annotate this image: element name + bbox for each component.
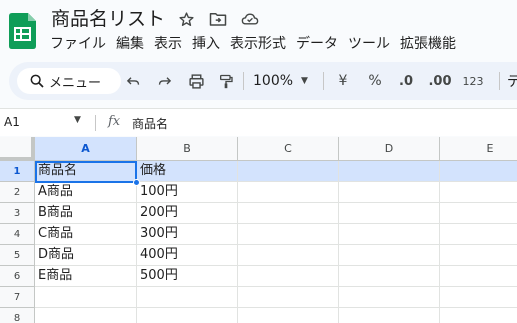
cell-b5[interactable]: 400円 bbox=[137, 245, 238, 266]
column-header-d[interactable]: D bbox=[339, 137, 440, 161]
row-header[interactable]: 8 bbox=[0, 308, 35, 323]
row-header[interactable]: 6 bbox=[0, 266, 35, 287]
cell-d7[interactable] bbox=[339, 287, 440, 308]
cell-c1[interactable] bbox=[238, 161, 339, 182]
cell-a1[interactable]: 商品名 bbox=[35, 161, 137, 182]
font-family-select[interactable]: デ bbox=[507, 69, 517, 93]
cell-d8[interactable] bbox=[339, 308, 440, 323]
zoom-select[interactable]: 100% ▼ bbox=[249, 69, 313, 93]
toolbar: メニュー 100% ▼ ¥ % .0 .00 123 デ bbox=[9, 62, 517, 100]
cell-d2[interactable] bbox=[339, 182, 440, 203]
star-icon[interactable] bbox=[177, 10, 195, 28]
menu-bar: ファイル 編集 表示 挿入 表示形式 データ ツール 拡張機能 bbox=[45, 34, 461, 56]
cell-c8[interactable] bbox=[238, 308, 339, 323]
chevron-down-icon[interactable]: ▼ bbox=[74, 115, 81, 125]
row-header[interactable]: 1 bbox=[0, 161, 35, 182]
increase-decimal-label: .00 bbox=[428, 73, 452, 89]
menu-search-label: メニュー bbox=[49, 75, 102, 91]
cell-e1[interactable] bbox=[440, 161, 517, 182]
toolbar-separator bbox=[323, 72, 324, 90]
search-icon bbox=[30, 74, 44, 88]
increase-decimal-button[interactable]: .00 bbox=[427, 69, 453, 93]
cell-e8[interactable] bbox=[440, 308, 517, 323]
toolbar-separator bbox=[243, 72, 244, 90]
cell-d6[interactable] bbox=[339, 266, 440, 287]
column-header-e[interactable]: E bbox=[440, 137, 517, 161]
menu-view[interactable]: 表示 bbox=[149, 34, 187, 56]
menu-extensions[interactable]: 拡張機能 bbox=[395, 34, 461, 56]
currency-format-button[interactable]: ¥ bbox=[334, 69, 352, 93]
menu-insert[interactable]: 挿入 bbox=[187, 34, 225, 56]
row-header[interactable]: 3 bbox=[0, 203, 35, 224]
row-header[interactable]: 4 bbox=[0, 224, 35, 245]
cell-d1[interactable] bbox=[339, 161, 440, 182]
fx-icon: fx bbox=[108, 114, 121, 129]
row-header[interactable]: 7 bbox=[0, 287, 35, 308]
formula-input[interactable]: 商品名 bbox=[132, 115, 168, 132]
fill-handle[interactable] bbox=[133, 179, 140, 186]
row-header[interactable]: 2 bbox=[0, 182, 35, 203]
cell-e5[interactable] bbox=[440, 245, 517, 266]
column-header-b[interactable]: B bbox=[137, 137, 238, 161]
cell-b7[interactable] bbox=[137, 287, 238, 308]
menu-search-input[interactable]: メニュー bbox=[17, 68, 121, 94]
select-all-corner[interactable] bbox=[0, 137, 35, 161]
cell-b3[interactable]: 200円 bbox=[137, 203, 238, 224]
cell-e3[interactable] bbox=[440, 203, 517, 224]
cell-c2[interactable] bbox=[238, 182, 339, 203]
cell-a7[interactable] bbox=[35, 287, 137, 308]
decrease-decimal-label: .0 bbox=[399, 73, 413, 89]
move-to-folder-icon[interactable] bbox=[209, 10, 227, 28]
cell-c6[interactable] bbox=[238, 266, 339, 287]
cell-e2[interactable] bbox=[440, 182, 517, 203]
cell-a3[interactable]: B商品 bbox=[35, 203, 137, 224]
cell-b2[interactable]: 100円 bbox=[137, 182, 238, 203]
toolbar-separator bbox=[499, 72, 500, 90]
cell-a5[interactable]: D商品 bbox=[35, 245, 137, 266]
cell-d5[interactable] bbox=[339, 245, 440, 266]
percent-format-button[interactable]: % bbox=[366, 69, 384, 93]
cell-b4[interactable]: 300円 bbox=[137, 224, 238, 245]
column-header-c[interactable]: C bbox=[238, 137, 339, 161]
chevron-down-icon: ▼ bbox=[301, 76, 308, 86]
cell-b6[interactable]: 500円 bbox=[137, 266, 238, 287]
row-header[interactable]: 5 bbox=[0, 245, 35, 266]
paint-format-icon[interactable] bbox=[216, 69, 236, 93]
formula-bar: A1 ▼ fx 商品名 bbox=[0, 108, 517, 136]
cell-e6[interactable] bbox=[440, 266, 517, 287]
cell-c4[interactable] bbox=[238, 224, 339, 245]
cell-e7[interactable] bbox=[440, 287, 517, 308]
cell-c5[interactable] bbox=[238, 245, 339, 266]
cell-b8[interactable] bbox=[137, 308, 238, 323]
formula-separator bbox=[95, 115, 96, 131]
menu-edit[interactable]: 編集 bbox=[111, 34, 149, 56]
decrease-decimal-button[interactable]: .0 bbox=[394, 69, 418, 93]
cell-a8[interactable] bbox=[35, 308, 137, 323]
cell-a4[interactable]: C商品 bbox=[35, 224, 137, 245]
cloud-status-icon[interactable] bbox=[241, 10, 259, 28]
menu-tools[interactable]: ツール bbox=[343, 34, 395, 56]
cell-b1[interactable]: 価格 bbox=[137, 161, 238, 182]
cell-c7[interactable] bbox=[238, 287, 339, 308]
redo-icon[interactable] bbox=[154, 69, 174, 93]
menu-file[interactable]: ファイル bbox=[45, 34, 111, 56]
sheets-logo-icon[interactable] bbox=[9, 13, 36, 49]
cell-a2[interactable]: A商品 bbox=[35, 182, 137, 203]
column-header-a[interactable]: A bbox=[35, 137, 137, 161]
cell-d4[interactable] bbox=[339, 224, 440, 245]
cell-c3[interactable] bbox=[238, 203, 339, 224]
name-box[interactable]: A1 bbox=[4, 115, 20, 129]
menu-data[interactable]: データ bbox=[291, 34, 343, 56]
undo-icon[interactable] bbox=[123, 69, 143, 93]
cell-d3[interactable] bbox=[339, 203, 440, 224]
document-title[interactable]: 商品名リスト bbox=[51, 4, 165, 31]
cell-e4[interactable] bbox=[440, 224, 517, 245]
cell-a6[interactable]: E商品 bbox=[35, 266, 137, 287]
zoom-value: 100% bbox=[253, 73, 294, 89]
print-icon[interactable] bbox=[185, 69, 207, 93]
number-format-button[interactable]: 123 bbox=[461, 69, 485, 93]
menu-format[interactable]: 表示形式 bbox=[225, 34, 291, 56]
spreadsheet-grid[interactable]: A B C D E 1 2 3 4 5 6 7 8 商品名 価格 A商品 100… bbox=[0, 137, 517, 323]
